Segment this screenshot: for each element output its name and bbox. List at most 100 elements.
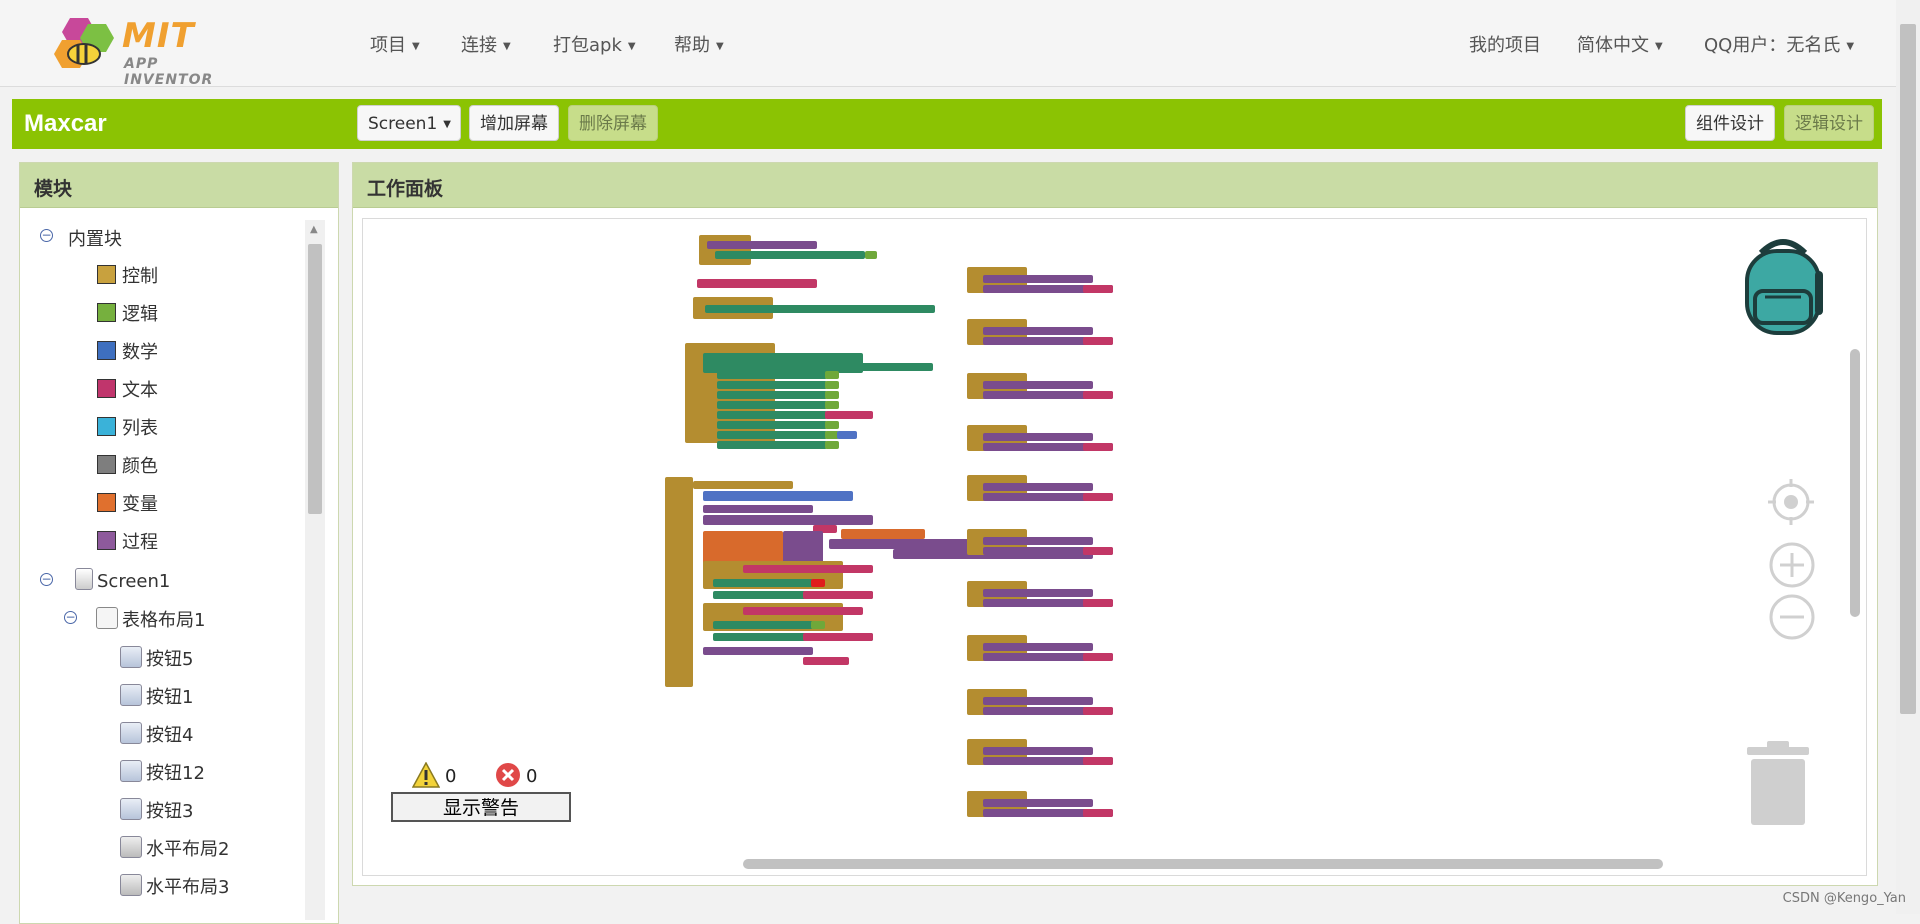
- block-category[interactable]: 列表: [97, 414, 158, 440]
- table-layout-node[interactable]: 表格布局1: [96, 606, 205, 632]
- screen1-node[interactable]: Screen1: [75, 568, 170, 592]
- code-block[interactable]: [841, 529, 925, 539]
- backpack-icon[interactable]: [1731, 235, 1835, 339]
- page-scrollbar-thumb[interactable]: [1900, 24, 1916, 714]
- code-block[interactable]: [1083, 285, 1113, 293]
- recenter-icon[interactable]: [1766, 477, 1816, 527]
- zoom-in-icon[interactable]: [1768, 541, 1816, 589]
- code-block[interactable]: [825, 381, 839, 389]
- code-block[interactable]: [983, 483, 1093, 491]
- scroll-up-icon[interactable]: ▲: [310, 224, 318, 235]
- block-category[interactable]: 数学: [97, 338, 158, 364]
- code-block[interactable]: [717, 381, 827, 389]
- block-category[interactable]: 颜色: [97, 452, 158, 478]
- code-block[interactable]: [1083, 599, 1113, 607]
- code-block[interactable]: [833, 411, 873, 419]
- component-node-button[interactable]: 按钮5: [120, 645, 193, 671]
- code-block[interactable]: [803, 363, 933, 371]
- code-block[interactable]: [717, 421, 827, 429]
- builtin-blocks-node[interactable]: 内置块: [68, 225, 122, 251]
- code-block[interactable]: [803, 657, 849, 665]
- blocks-scrollbar-thumb[interactable]: [308, 244, 322, 514]
- code-block[interactable]: [825, 401, 839, 409]
- component-node-button[interactable]: 按钮4: [120, 721, 193, 747]
- component-node-button[interactable]: 按钮12: [120, 759, 205, 785]
- block-category[interactable]: 逻辑: [97, 300, 158, 326]
- component-node-button[interactable]: 按钮3: [120, 797, 193, 823]
- zoom-out-icon[interactable]: [1768, 593, 1816, 641]
- code-block[interactable]: [825, 441, 839, 449]
- menu-help[interactable]: 帮助 ▼: [674, 31, 724, 57]
- remove-screen-button[interactable]: 删除屏幕: [568, 105, 658, 141]
- code-block[interactable]: [717, 411, 827, 419]
- code-block[interactable]: [717, 431, 827, 439]
- code-block[interactable]: [1083, 809, 1113, 817]
- trash-icon[interactable]: [1743, 741, 1813, 827]
- code-block[interactable]: [699, 235, 751, 265]
- component-node-button[interactable]: 按钮1: [120, 683, 193, 709]
- workspace-vscroll-thumb[interactable]: [1850, 349, 1860, 617]
- code-block[interactable]: [983, 589, 1093, 597]
- code-block[interactable]: [703, 505, 813, 513]
- code-block[interactable]: [703, 491, 853, 501]
- app-inventor-logo[interactable]: MIT APP INVENTOR: [52, 14, 242, 88]
- code-block[interactable]: [703, 515, 873, 525]
- collapse-icon[interactable]: −: [40, 573, 53, 586]
- warning-icon[interactable]: [412, 762, 440, 788]
- code-block[interactable]: [825, 421, 839, 429]
- code-block[interactable]: [1083, 653, 1113, 661]
- code-block[interactable]: [811, 621, 825, 629]
- code-block[interactable]: [825, 431, 839, 439]
- block-category[interactable]: 控制: [97, 262, 158, 288]
- block-category[interactable]: 变量: [97, 490, 158, 516]
- page-scrollbar[interactable]: [1896, 0, 1920, 914]
- code-block[interactable]: [717, 441, 827, 449]
- code-block[interactable]: [713, 579, 813, 587]
- code-block[interactable]: [983, 747, 1093, 755]
- code-block[interactable]: [717, 371, 827, 379]
- code-block[interactable]: [983, 275, 1093, 283]
- code-block[interactable]: [1083, 337, 1113, 345]
- code-block[interactable]: [1083, 493, 1113, 501]
- add-screen-button[interactable]: 增加屏幕: [469, 105, 559, 141]
- language-select[interactable]: 简体中文 ▼: [1577, 31, 1663, 57]
- menu-connect[interactable]: 连接 ▼: [461, 31, 511, 57]
- user-menu[interactable]: QQ用户：无名氏 ▼: [1704, 31, 1854, 57]
- code-block[interactable]: [717, 391, 827, 399]
- code-block[interactable]: [983, 327, 1093, 335]
- code-block[interactable]: [743, 607, 863, 615]
- code-block[interactable]: [1083, 443, 1113, 451]
- code-block[interactable]: [715, 251, 865, 259]
- code-block[interactable]: [713, 621, 813, 629]
- block-category[interactable]: 文本: [97, 376, 158, 402]
- code-block[interactable]: [825, 371, 839, 379]
- show-warnings-button[interactable]: 显示警告: [391, 792, 571, 822]
- code-block[interactable]: [693, 481, 793, 489]
- code-block[interactable]: [811, 579, 825, 587]
- code-block[interactable]: [705, 305, 935, 313]
- code-block[interactable]: [1083, 707, 1113, 715]
- menu-projects[interactable]: 项目 ▼: [370, 31, 420, 57]
- code-block[interactable]: [1083, 757, 1113, 765]
- code-block[interactable]: [1083, 547, 1113, 555]
- code-block[interactable]: [703, 647, 813, 655]
- component-node-hlayout[interactable]: 水平布局3: [120, 873, 229, 899]
- blocks-scrollbar[interactable]: ▲: [305, 220, 325, 920]
- code-block[interactable]: [1083, 391, 1113, 399]
- code-block[interactable]: [843, 565, 873, 573]
- block-category[interactable]: 过程: [97, 528, 158, 554]
- code-block[interactable]: [983, 697, 1093, 705]
- blocks-canvas[interactable]: [363, 219, 1866, 875]
- screen-select[interactable]: Screen1 ▼: [357, 105, 461, 141]
- code-block[interactable]: [717, 401, 827, 409]
- collapse-icon[interactable]: −: [64, 611, 77, 624]
- component-node-hlayout[interactable]: 水平布局2: [120, 835, 229, 861]
- menu-build-apk[interactable]: 打包apk ▼: [553, 31, 636, 57]
- code-block[interactable]: [707, 241, 817, 249]
- code-block[interactable]: [983, 643, 1093, 651]
- blocks-editor-button[interactable]: 逻辑设计: [1784, 105, 1874, 141]
- code-block[interactable]: [837, 431, 857, 439]
- my-projects-link[interactable]: 我的项目: [1469, 31, 1541, 57]
- error-icon[interactable]: [495, 762, 521, 788]
- code-block[interactable]: [803, 633, 873, 641]
